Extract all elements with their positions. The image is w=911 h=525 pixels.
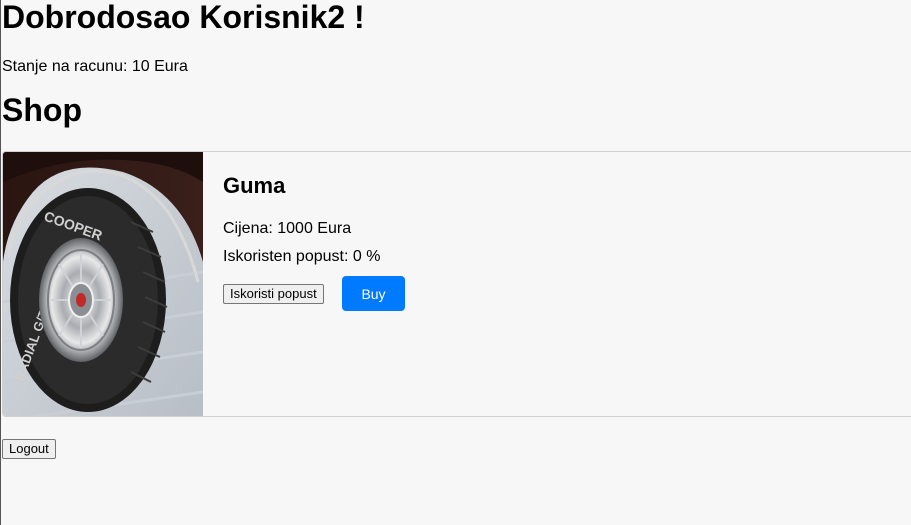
account-balance: Stanje na racunu: 10 Eura: [2, 58, 188, 75]
product-price: Cijena: 1000 Eura: [223, 220, 352, 237]
product-discount: Iskoristen popust: 0 %: [223, 248, 381, 265]
product-card: COOPER RADIAL G/T Guma Cijena: 1000 Eura…: [2, 151, 911, 417]
welcome-heading: Dobrodosao Korisnik2 !: [2, 0, 365, 35]
tire-photo-icon: COOPER RADIAL G/T: [3, 152, 203, 416]
logout-button[interactable]: Logout: [2, 439, 56, 459]
buy-button[interactable]: Buy: [342, 276, 405, 311]
shop-heading: Shop: [2, 92, 82, 128]
use-discount-button[interactable]: Iskoristi popust: [223, 284, 324, 304]
product-name: Guma: [223, 173, 286, 198]
page: Dobrodosao Korisnik2 ! Stanje na racunu:…: [0, 0, 911, 525]
